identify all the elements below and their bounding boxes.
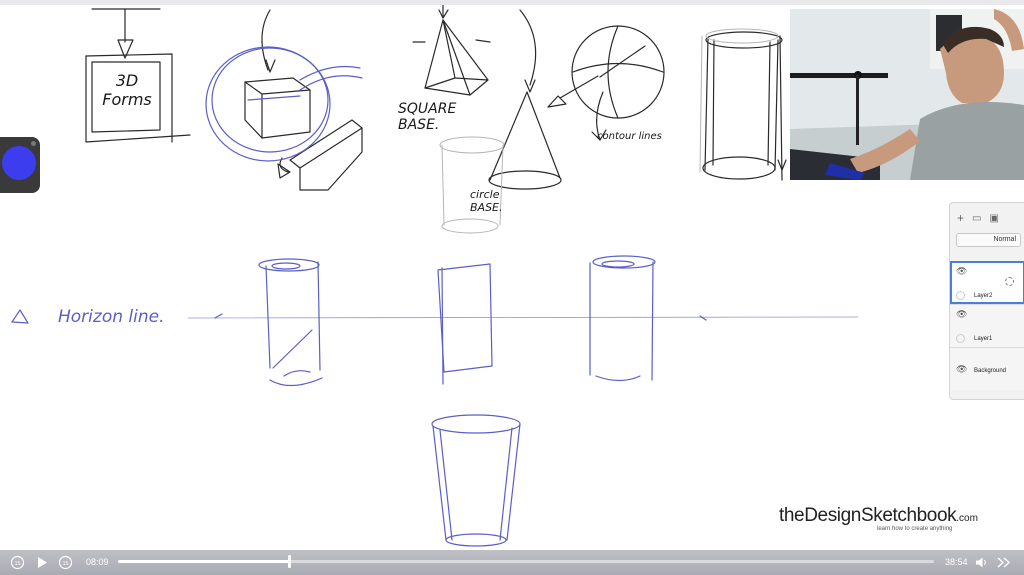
label-contour-lines: contour lines (597, 131, 662, 142)
folder-icon[interactable]: ▭ (972, 213, 981, 224)
label-3d-forms: 3D Forms (102, 71, 152, 109)
blend-mode-select[interactable]: Normal (956, 233, 1021, 247)
black-ink-strokes (85, 5, 787, 191)
play-icon (38, 557, 47, 568)
layer-row-layer2[interactable]: 👁 Layer2 (950, 261, 1024, 304)
eye-icon[interactable]: 👁 (956, 364, 967, 375)
play-button[interactable] (35, 555, 49, 570)
progress-fill (118, 560, 290, 563)
add-layer-icon[interactable]: + (957, 211, 964, 225)
webcam-overlay (790, 9, 1024, 180)
svg-text:15: 15 (14, 561, 20, 567)
brand-name: theDesignSketchbook (779, 505, 957, 526)
label-circle-base: circle BASE. (470, 188, 503, 214)
duration: 38:54 (945, 557, 968, 567)
svg-text:15: 15 (62, 561, 68, 567)
skip-back-icon: 15 (10, 555, 25, 570)
layer-name: Background (974, 368, 1007, 374)
skip-back-button[interactable]: 15 (10, 555, 25, 570)
layer-row-layer1[interactable]: 👁 Layer1 (950, 304, 1024, 347)
eye-icon[interactable]: 👁 (956, 266, 967, 277)
layer-lock-toggle[interactable] (956, 291, 965, 300)
brand-watermark: theDesignSketchbook.com learn how to cre… (779, 505, 978, 532)
webcam-scene (790, 9, 1024, 180)
brand-suffix: .com (956, 513, 978, 524)
label-horizon-line: Horizon line. (58, 307, 165, 327)
eye-icon[interactable]: 👁 (956, 309, 967, 320)
layer-name: Layer2 (974, 293, 993, 299)
layer-name: Layer1 (974, 336, 993, 342)
label-square-base: SQUARE BASE. (398, 101, 457, 133)
skip-forward-button[interactable]: 15 (58, 555, 73, 570)
progress-bar[interactable] (118, 555, 934, 568)
layers-toolbar: + ▭ ▣ (950, 203, 1024, 233)
fast-forward-icon (997, 557, 1011, 568)
image-icon[interactable]: ▣ (989, 213, 998, 224)
progress-handle[interactable] (288, 555, 292, 568)
skip-forward-icon: 15 (58, 555, 73, 570)
volume-button[interactable] (974, 555, 989, 570)
fast-forward-button[interactable] (996, 555, 1012, 570)
layer-row-background[interactable]: 👁 Background (950, 347, 1024, 390)
puck-handle (31, 141, 36, 146)
color-picker-puck[interactable] (0, 137, 40, 193)
video-player-controls: 15 15 08:09 38:54 (0, 550, 1024, 575)
brand-tagline: learn how to create anything (877, 526, 953, 532)
active-color-swatch[interactable] (2, 146, 36, 180)
layers-panel: + ▭ ▣ Normal 👁 Layer2 👁 Layer1 👁 Backgro… (949, 202, 1024, 400)
current-time: 08:09 (86, 557, 109, 567)
layer-thumbnail (1005, 277, 1014, 286)
volume-icon (976, 557, 986, 568)
layer-lock-toggle[interactable] (956, 334, 965, 343)
